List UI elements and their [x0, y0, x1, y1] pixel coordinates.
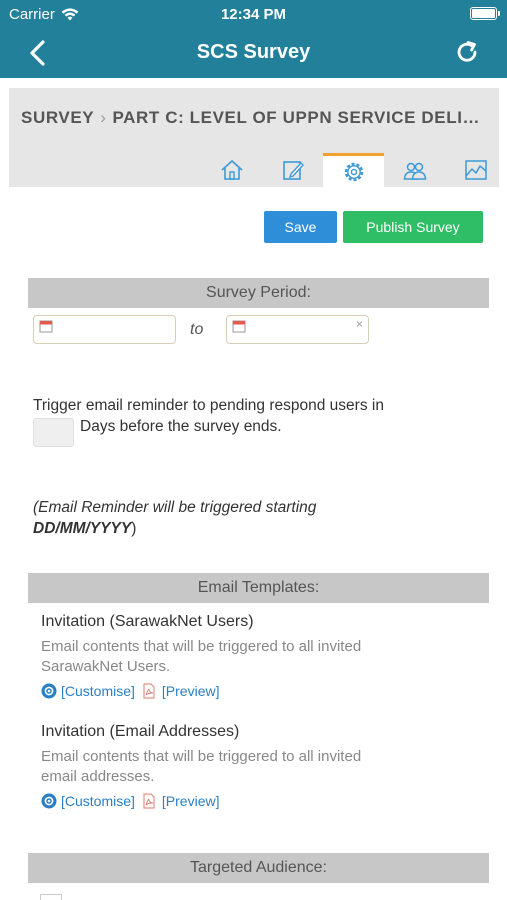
template-description: Email contents that will be triggered to… [41, 747, 461, 787]
clear-icon[interactable]: × [356, 317, 363, 331]
reminder-text: Trigger email reminder to pending respon… [33, 397, 384, 414]
chart-icon [464, 160, 487, 180]
pdf-icon [143, 683, 155, 699]
nav-bar: SCS Survey [0, 28, 507, 78]
template-links: [Customise] [Preview] [41, 683, 220, 699]
reminder-days-input[interactable] [33, 418, 74, 447]
publish-survey-button[interactable]: Publish Survey [343, 211, 483, 243]
breadcrumb-current: PART C: LEVEL OF UPPN SERVICE DELIVERY [112, 108, 491, 127]
breadcrumb-bar: SURVEY › PART C: LEVEL OF UPPN SERVICE DEL… [9, 88, 499, 187]
template-description-line: Email contents that will be triggered to… [41, 748, 362, 765]
reminder-note-date-line: DD/MM/YYYY) [33, 520, 136, 538]
gear-icon [41, 793, 57, 809]
reminder-note-prefix: (Email Reminder will be triggered starti… [33, 499, 317, 516]
section-tabs [201, 153, 506, 187]
tab-edit[interactable] [262, 153, 323, 187]
preview-link[interactable]: [Preview] [162, 683, 220, 699]
calendar-icon [39, 320, 53, 333]
customise-link[interactable]: [Customise] [61, 683, 135, 699]
calendar-icon [232, 320, 246, 333]
date-range-separator: to [190, 321, 204, 338]
users-icon [403, 162, 426, 180]
audience-checkbox[interactable] [40, 894, 62, 900]
template-description-line: Email contents that will be triggered to… [41, 638, 362, 655]
edit-icon [282, 161, 304, 180]
tab-home[interactable] [201, 153, 262, 187]
template-description: Email contents that will be triggered to… [41, 637, 461, 677]
save-button[interactable]: Save [264, 211, 337, 243]
refresh-icon[interactable] [453, 39, 481, 67]
battery-icon [470, 7, 500, 20]
pdf-icon [143, 793, 155, 809]
gear-icon [41, 683, 57, 699]
breadcrumb: SURVEY › PART C: LEVEL OF UPPN SERVICE DEL… [21, 108, 491, 128]
reminder-text-suffix: Days before the survey ends. [80, 418, 282, 435]
app-header: Carrier 12:34 PM SCS Survey [0, 0, 507, 78]
reminder-note-suffix: ) [131, 520, 137, 537]
status-time: 12:34 PM [220, 6, 287, 23]
template-title: Invitation (Email Addresses) [41, 723, 240, 740]
survey-period-header: Survey Period: [28, 278, 489, 308]
tab-settings[interactable] [323, 153, 384, 187]
template-title: Invitation (SarawakNet Users) [41, 613, 254, 630]
settings-icon [344, 162, 363, 181]
home-icon [220, 160, 243, 180]
tab-report[interactable] [445, 153, 506, 187]
reminder-note: (Email Reminder will be triggered starti… [33, 499, 316, 517]
end-date-field[interactable]: × [226, 315, 369, 344]
status-bar: Carrier 12:34 PM [0, 0, 507, 28]
template-description-line: email addresses. [41, 768, 155, 785]
targeted-audience-header: Targeted Audience: [28, 853, 489, 883]
template-links: [Customise] [Preview] [41, 793, 220, 809]
preview-link[interactable]: [Preview] [162, 793, 220, 809]
start-date-field[interactable] [33, 315, 176, 344]
chevron-right-icon: › [100, 108, 107, 127]
tab-users[interactable] [384, 153, 445, 187]
email-templates-header: Email Templates: [28, 573, 489, 603]
reminder-note-date: DD/MM/YYYY [33, 520, 132, 537]
customise-link[interactable]: [Customise] [61, 793, 135, 809]
template-description-line: SarawakNet Users. [41, 658, 171, 675]
page-title: SCS Survey [196, 41, 311, 63]
breadcrumb-root[interactable]: SURVEY [21, 108, 94, 127]
